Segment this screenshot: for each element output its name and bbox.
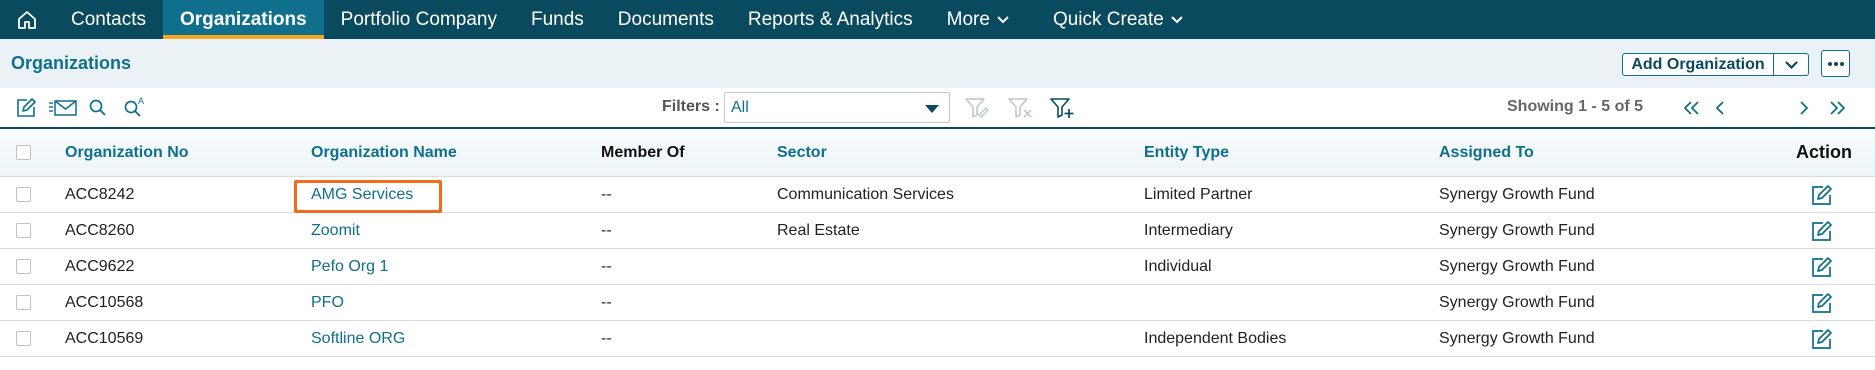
- nav-label: Organizations: [179, 8, 307, 30]
- column-header-assigned-to[interactable]: Assigned To: [1439, 144, 1534, 162]
- cell-organization-no: ACC10569: [65, 330, 144, 347]
- filter-clear-icon[interactable]: [1007, 97, 1033, 119]
- cell-organization-name-link[interactable]: Pefo Org 1: [311, 258, 388, 276]
- column-header-entity-type[interactable]: Entity Type: [1144, 144, 1229, 162]
- home-icon: [18, 10, 36, 29]
- filter-add-icon[interactable]: [1049, 97, 1077, 119]
- cell-organization-name-link[interactable]: PFO: [311, 294, 344, 312]
- filter-edit-icon[interactable]: [964, 97, 990, 119]
- home-button[interactable]: [0, 0, 54, 39]
- chevron-down-icon: [1784, 60, 1798, 69]
- advanced-search-icon[interactable]: A: [123, 95, 149, 119]
- cell-entity-type: Intermediary: [1144, 222, 1233, 239]
- table-row: ACC8242 AMG Services -- Communication Se…: [0, 177, 1875, 213]
- cell-assigned-to: Synergy Growth Fund: [1439, 330, 1595, 347]
- filter-select[interactable]: All: [724, 92, 950, 123]
- nav-label: Contacts: [71, 8, 146, 30]
- add-organization-button[interactable]: Add Organization: [1623, 54, 1774, 75]
- cell-sector: Communication Services: [777, 186, 954, 203]
- table-header: Organization No Organization Name Member…: [0, 129, 1875, 177]
- nav-label: Funds: [530, 8, 584, 30]
- row-checkbox[interactable]: [16, 331, 31, 346]
- cell-entity-type: Individual: [1144, 258, 1212, 275]
- edit-row-icon[interactable]: [1810, 220, 1834, 242]
- nav-item-more[interactable]: More: [930, 0, 1026, 39]
- more-options-button[interactable]: [1821, 50, 1850, 77]
- pagination-status: Showing 1 - 5 of 5: [1507, 98, 1644, 115]
- nav-item-quick-create[interactable]: Quick Create: [1036, 0, 1200, 39]
- column-header-action: Action: [1796, 142, 1852, 162]
- nav-item-funds[interactable]: Funds: [514, 0, 601, 39]
- column-header-sector[interactable]: Sector: [777, 144, 827, 162]
- cell-organization-name-link[interactable]: Softline ORG: [311, 330, 405, 348]
- chevron-down-icon: [997, 15, 1009, 23]
- nav-label: Quick Create: [1052, 8, 1164, 30]
- top-navigation: Contacts Organizations Portfolio Company…: [0, 0, 1875, 39]
- page-title: Organizations: [11, 53, 132, 73]
- column-header-organization-no[interactable]: Organization No: [65, 144, 189, 162]
- add-organization-split-button: Add Organization: [1622, 53, 1809, 76]
- first-page-icon[interactable]: [1682, 100, 1702, 116]
- cell-organization-no: ACC9622: [65, 258, 135, 275]
- more-options-icon: [1827, 61, 1844, 66]
- cell-assigned-to: Synergy Growth Fund: [1439, 222, 1595, 239]
- edit-row-icon[interactable]: [1810, 292, 1834, 314]
- nav-item-contacts[interactable]: Contacts: [54, 0, 163, 39]
- svg-text:A: A: [138, 96, 144, 106]
- cell-assigned-to: Synergy Growth Fund: [1439, 186, 1595, 203]
- row-checkbox[interactable]: [16, 295, 31, 310]
- filters-label: Filters :: [662, 98, 720, 115]
- edit-row-icon[interactable]: [1810, 328, 1834, 350]
- row-checkbox[interactable]: [16, 187, 31, 202]
- nav-item-organizations[interactable]: Organizations: [162, 0, 324, 39]
- table-row: ACC8260 Zoomit -- Real Estate Intermedia…: [0, 213, 1875, 249]
- table-row: ACC10569 Softline ORG -- Independent Bod…: [0, 321, 1875, 357]
- chevron-down-icon: [1171, 15, 1183, 23]
- edit-row-icon[interactable]: [1810, 256, 1834, 278]
- table-row: ACC9622 Pefo Org 1 -- Individual Synergy…: [0, 249, 1875, 285]
- cell-entity-type: Independent Bodies: [1144, 330, 1287, 347]
- nav-label: Documents: [617, 8, 714, 30]
- mass-email-icon[interactable]: [48, 97, 78, 119]
- list-toolbar: A Filters : All Showing 1 - 5 of 5: [0, 88, 1875, 129]
- edit-row-icon[interactable]: [1810, 184, 1834, 206]
- cell-organization-no: ACC8242: [65, 186, 135, 203]
- row-checkbox[interactable]: [16, 223, 31, 238]
- cell-member-of: --: [601, 258, 612, 275]
- last-page-icon[interactable]: [1827, 100, 1847, 116]
- cell-organization-no: ACC10568: [65, 294, 144, 311]
- cell-member-of: --: [601, 330, 612, 347]
- search-icon[interactable]: [88, 97, 108, 119]
- nav-label: More: [946, 8, 990, 30]
- cell-assigned-to: Synergy Growth Fund: [1439, 294, 1595, 311]
- cell-member-of: --: [601, 294, 612, 311]
- prev-page-icon[interactable]: [1713, 100, 1727, 116]
- cell-assigned-to: Synergy Growth Fund: [1439, 258, 1595, 275]
- filter-selected-value: All: [731, 99, 749, 116]
- cell-organization-name-link[interactable]: Zoomit: [311, 222, 360, 240]
- cell-organization-no: ACC8260: [65, 222, 135, 239]
- cell-sector: Real Estate: [777, 222, 860, 239]
- nav-item-reports-analytics[interactable]: Reports & Analytics: [731, 0, 930, 39]
- cell-member-of: --: [601, 186, 612, 203]
- caret-down-icon: [925, 105, 939, 113]
- row-checkbox[interactable]: [16, 259, 31, 274]
- column-header-organization-name[interactable]: Organization Name: [311, 144, 457, 162]
- next-page-icon[interactable]: [1797, 100, 1811, 116]
- table-row: ACC10568 PFO -- Synergy Growth Fund: [0, 285, 1875, 321]
- select-all-checkbox[interactable]: [16, 145, 31, 160]
- cell-entity-type: Limited Partner: [1144, 186, 1253, 203]
- highlight-box: [294, 180, 442, 213]
- nav-item-documents[interactable]: Documents: [601, 0, 731, 39]
- add-organization-dropdown[interactable]: [1774, 54, 1808, 75]
- column-header-member-of: Member Of: [601, 144, 685, 161]
- nav-label: Portfolio Company: [340, 8, 497, 30]
- nav-label: Reports & Analytics: [747, 8, 913, 30]
- edit-icon[interactable]: [15, 97, 37, 119]
- cell-member-of: --: [601, 222, 612, 239]
- page-header: Organizations Add Organization: [0, 39, 1875, 88]
- nav-item-portfolio-company[interactable]: Portfolio Company: [324, 0, 514, 39]
